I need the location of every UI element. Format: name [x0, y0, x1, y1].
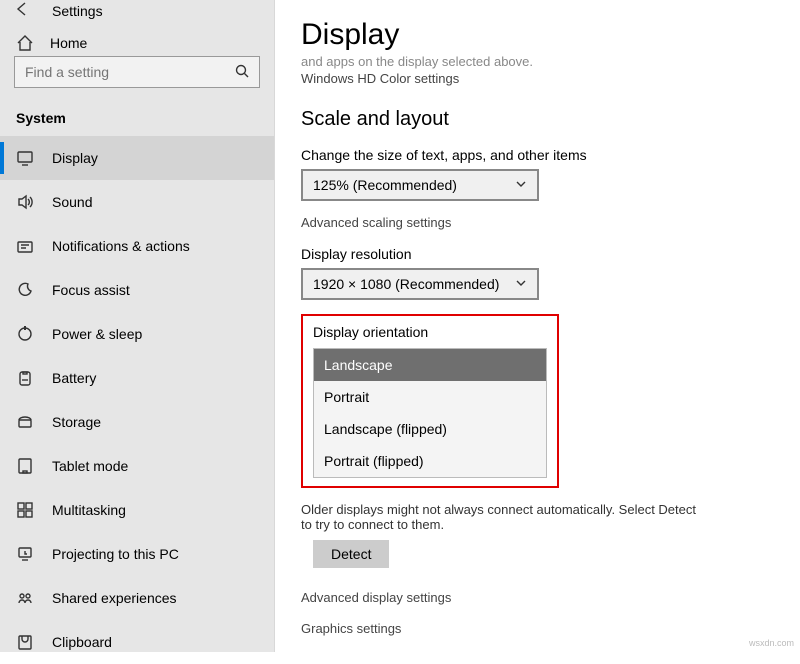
- sidebar-item-notifications-actions[interactable]: Notifications & actions: [0, 224, 274, 268]
- sidebar-item-multitasking[interactable]: Multitasking: [0, 488, 274, 532]
- shared-experiences-icon: [16, 589, 34, 607]
- scale-dropdown-value: 125% (Recommended): [313, 177, 457, 193]
- orientation-field-label: Display orientation: [313, 324, 547, 340]
- sidebar-item-projecting-to-this-pc[interactable]: Projecting to this PC: [0, 532, 274, 576]
- sidebar-item-label: Multitasking: [52, 502, 126, 518]
- orientation-option-portrait-flipped-[interactable]: Portrait (flipped): [314, 445, 546, 477]
- graphics-settings-link[interactable]: Graphics settings: [301, 621, 774, 636]
- sound-icon: [16, 193, 34, 211]
- sidebar-item-power-sleep[interactable]: Power & sleep: [0, 312, 274, 356]
- home-label: Home: [50, 35, 87, 51]
- page-title: Display: [301, 18, 774, 52]
- resolution-field-label: Display resolution: [301, 246, 774, 262]
- advanced-display-link[interactable]: Advanced display settings: [301, 590, 774, 605]
- sidebar-item-label: Storage: [52, 414, 101, 430]
- sidebar-item-sound[interactable]: Sound: [0, 180, 274, 224]
- chevron-down-icon: [515, 277, 527, 292]
- clipboard-icon: [16, 633, 34, 651]
- titlebar-title: Settings: [52, 3, 103, 19]
- power-sleep-icon: [16, 325, 34, 343]
- detect-description: Older displays might not always connect …: [301, 502, 701, 532]
- sidebar-item-shared-experiences[interactable]: Shared experiences: [0, 576, 274, 620]
- hd-color-link[interactable]: Windows HD Color settings: [301, 71, 774, 86]
- sidebar-item-label: Tablet mode: [52, 458, 128, 474]
- scale-section-title: Scale and layout: [301, 108, 774, 131]
- sidebar-item-storage[interactable]: Storage: [0, 400, 274, 444]
- orientation-option-landscape-flipped-[interactable]: Landscape (flipped): [314, 413, 546, 445]
- orientation-highlight-box: Display orientation LandscapePortraitLan…: [301, 314, 559, 488]
- home-nav[interactable]: Home: [0, 34, 274, 52]
- sidebar-item-battery[interactable]: Battery: [0, 356, 274, 400]
- chevron-down-icon: [515, 178, 527, 193]
- search-input[interactable]: [25, 64, 227, 80]
- sidebar-nav-list: Display Sound Notifications & actions Focus…: [0, 136, 274, 664]
- display-icon: [16, 149, 34, 167]
- sidebar-item-clipboard[interactable]: Clipboard: [0, 620, 274, 664]
- home-icon: [16, 34, 34, 52]
- search-icon: [235, 64, 249, 81]
- detect-button[interactable]: Detect: [313, 540, 389, 568]
- back-button[interactable]: [14, 0, 32, 22]
- page-subtext: and apps on the display selected above.: [301, 54, 774, 69]
- tablet-mode-icon: [16, 457, 34, 475]
- sidebar-section-header: System: [0, 98, 274, 136]
- focus-assist-icon: [16, 281, 34, 299]
- projecting-to-this-pc-icon: [16, 545, 34, 563]
- sidebar-item-tablet-mode[interactable]: Tablet mode: [0, 444, 274, 488]
- advanced-scaling-link[interactable]: Advanced scaling settings: [301, 215, 774, 230]
- sidebar-item-display[interactable]: Display: [0, 136, 274, 180]
- sidebar-item-label: Battery: [52, 370, 96, 386]
- sidebar: Settings Home System Display Sound Notific…: [0, 0, 275, 652]
- watermark: wsxdn.com: [749, 638, 794, 648]
- orientation-option-landscape[interactable]: Landscape: [314, 349, 546, 381]
- search-row: [0, 52, 274, 98]
- sidebar-item-focus-assist[interactable]: Focus assist: [0, 268, 274, 312]
- sidebar-item-label: Focus assist: [52, 282, 130, 298]
- scale-dropdown[interactable]: 125% (Recommended): [301, 169, 539, 201]
- sidebar-item-label: Sound: [52, 194, 92, 210]
- titlebar: Settings: [0, 0, 274, 22]
- storage-icon: [16, 413, 34, 431]
- multitasking-icon: [16, 501, 34, 519]
- orientation-option-portrait[interactable]: Portrait: [314, 381, 546, 413]
- orientation-dropdown-open[interactable]: LandscapePortraitLandscape (flipped)Port…: [313, 348, 547, 478]
- scale-field-label: Change the size of text, apps, and other…: [301, 147, 774, 163]
- battery-icon: [16, 369, 34, 387]
- sidebar-item-label: Clipboard: [52, 634, 112, 650]
- sidebar-item-label: Projecting to this PC: [52, 546, 179, 562]
- resolution-dropdown[interactable]: 1920 × 1080 (Recommended): [301, 268, 539, 300]
- main-content: Display and apps on the display selected…: [275, 0, 800, 652]
- sidebar-item-label: Display: [52, 150, 98, 166]
- sidebar-item-label: Notifications & actions: [52, 238, 190, 254]
- search-box[interactable]: [14, 56, 260, 88]
- sidebar-item-label: Shared experiences: [52, 590, 177, 606]
- notifications-actions-icon: [16, 237, 34, 255]
- sidebar-item-label: Power & sleep: [52, 326, 142, 342]
- resolution-dropdown-value: 1920 × 1080 (Recommended): [313, 276, 499, 292]
